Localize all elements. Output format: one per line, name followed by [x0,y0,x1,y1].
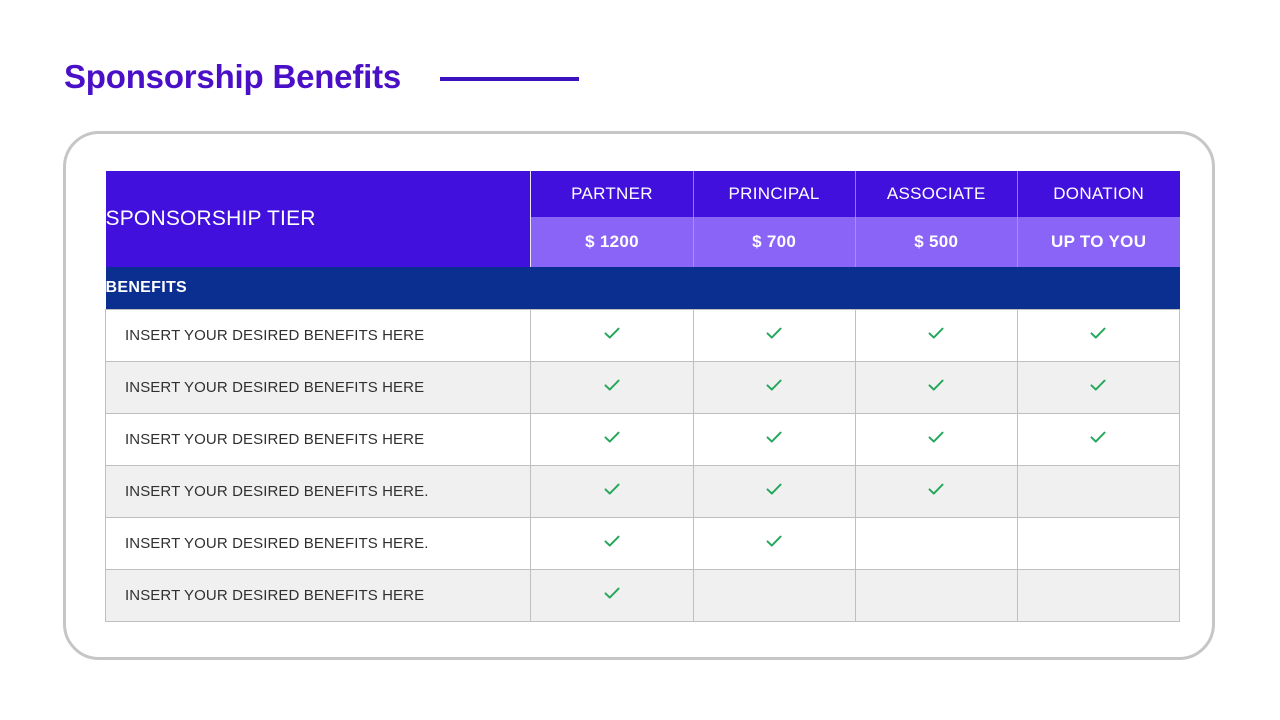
check-icon [1088,427,1108,447]
table-row: INSERT YOUR DESIRED BENEFITS HERE [104,413,1181,466]
benefit-cell-donation [1016,465,1181,518]
tier-name-donation: DONATION [1017,171,1180,217]
benefit-label: INSERT YOUR DESIRED BENEFITS HERE [104,413,532,466]
table-header-row-tiers: SPONSORSHIP TIER PARTNER PRINCIPAL ASSOCIAT… [105,171,1180,267]
benefit-label: INSERT YOUR DESIRED BENEFITS HERE. [104,517,532,570]
tier-name-associate: ASSOCIATE [855,171,1018,217]
check-icon [764,427,784,447]
table-row: INSERT YOUR DESIRED BENEFITS HERE [104,361,1181,414]
benefits-band-label: BENEFITS [105,267,1180,310]
benefit-cell-principal [692,517,856,570]
check-icon [602,427,622,447]
tier-price-donation: UP TO YOU [1017,217,1180,267]
tier-price-partner: $ 1200 [530,217,694,267]
check-icon [926,323,946,343]
check-icon [602,479,622,499]
table-row: INSERT YOUR DESIRED BENEFITS HERE. [104,517,1181,570]
title-underline-rule [440,76,580,81]
check-icon [764,479,784,499]
benefit-cell-associate [854,465,1018,518]
check-icon [1088,375,1108,395]
benefit-label: INSERT YOUR DESIRED BENEFITS HERE [104,309,532,362]
page-header: Sponsorship Benefits [64,58,580,95]
benefit-cell-partner [530,569,694,622]
check-icon [602,375,622,395]
benefit-cell-associate [854,413,1018,466]
benefit-cell-partner [530,413,694,466]
benefit-cell-principal [692,465,856,518]
check-icon [602,323,622,343]
benefits-section-band: BENEFITS [105,267,1180,310]
table-row: INSERT YOUR DESIRED BENEFITS HERE [104,569,1181,622]
benefit-cell-partner [530,465,694,518]
check-icon [764,323,784,343]
benefit-cell-associate [854,309,1018,362]
check-icon [926,375,946,395]
page-title: Sponsorship Benefits [64,58,402,95]
benefit-label: INSERT YOUR DESIRED BENEFITS HERE [104,361,532,414]
benefit-cell-partner [530,517,694,570]
benefit-label: INSERT YOUR DESIRED BENEFITS HERE. [104,465,532,518]
benefit-cell-donation [1016,569,1181,622]
benefit-cell-associate [854,569,1018,622]
tier-name-principal: PRINCIPAL [693,171,856,217]
tier-price-principal: $ 700 [693,217,856,267]
tier-name-partner: PARTNER [530,171,694,217]
check-icon [602,531,622,551]
benefit-cell-associate [854,517,1018,570]
benefit-cell-principal [692,569,856,622]
check-icon [764,531,784,551]
benefit-cell-donation [1016,413,1181,466]
check-icon [602,583,622,603]
tier-price-associate: $ 500 [855,217,1018,267]
check-icon [764,375,784,395]
sponsorship-tier-header-cell: SPONSORSHIP TIER [105,171,532,267]
check-icon [926,427,946,447]
benefit-cell-donation [1016,517,1181,570]
benefit-cell-principal [692,309,856,362]
benefit-cell-donation [1016,361,1181,414]
table-row: INSERT YOUR DESIRED BENEFITS HERE. [104,465,1181,518]
benefit-cell-partner [530,361,694,414]
table-row: INSERT YOUR DESIRED BENEFITS HERE [104,309,1181,362]
benefit-label: INSERT YOUR DESIRED BENEFITS HERE [104,569,532,622]
benefit-cell-associate [854,361,1018,414]
check-icon [926,479,946,499]
benefit-cell-principal [692,413,856,466]
benefit-cell-partner [530,309,694,362]
sponsorship-tier-table: SPONSORSHIP TIER PARTNER PRINCIPAL ASSOCIAT… [104,171,1181,622]
benefit-cell-principal [692,361,856,414]
benefit-cell-donation [1016,309,1181,362]
check-icon [1088,323,1108,343]
